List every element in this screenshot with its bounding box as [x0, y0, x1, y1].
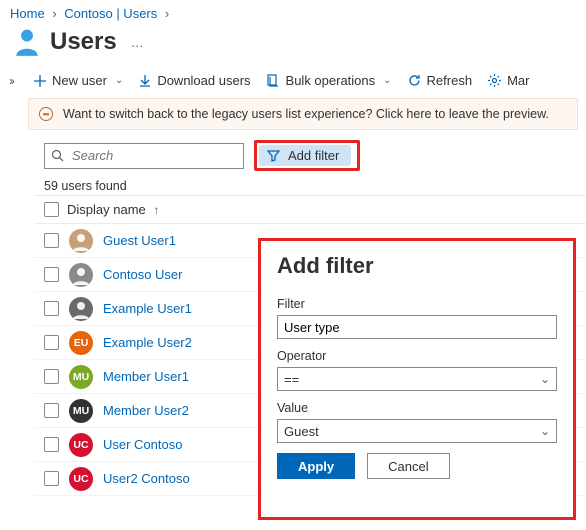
gear-icon [488, 74, 501, 87]
search-filter-row: Add filter [0, 140, 586, 175]
chevron-down-icon: ⌄ [383, 75, 391, 86]
row-checkbox[interactable] [44, 471, 59, 486]
user-name-link[interactable]: User Contoso [103, 437, 182, 452]
expand-nav-icon[interactable]: ›› [0, 74, 22, 88]
info-remove-icon [39, 107, 53, 121]
column-display-name-label: Display name [67, 202, 146, 217]
avatar: UC [69, 467, 93, 491]
user-name-link[interactable]: Member User1 [103, 369, 189, 384]
bulk-icon [267, 74, 280, 87]
row-checkbox[interactable] [44, 369, 59, 384]
filter-field-label: Filter [277, 297, 557, 311]
new-user-label: New user [52, 73, 107, 88]
avatar: EU [69, 331, 93, 355]
add-filter-panel: Add filter Filter Operator == ⌄ Value Gu… [258, 238, 576, 520]
add-filter-label: Add filter [288, 148, 339, 163]
avatar [69, 263, 93, 287]
user-name-link[interactable]: User2 Contoso [103, 471, 190, 486]
users-icon [14, 27, 40, 57]
refresh-button[interactable]: Refresh [400, 69, 481, 92]
add-filter-highlight: Add filter [254, 140, 360, 171]
refresh-icon [408, 74, 421, 87]
row-checkbox[interactable] [44, 403, 59, 418]
grid-header: Display name ↑ [34, 195, 586, 224]
value-select[interactable]: Guest ⌄ [277, 419, 557, 443]
banner-text: Want to switch back to the legacy users … [63, 107, 549, 121]
chevron-down-icon: ⌄ [115, 75, 123, 86]
download-users-label: Download users [157, 73, 250, 88]
user-name-link[interactable]: Contoso User [103, 267, 182, 282]
download-users-button[interactable]: Download users [131, 69, 258, 92]
operator-value: == [284, 372, 299, 387]
row-checkbox[interactable] [44, 233, 59, 248]
panel-title: Add filter [277, 253, 557, 279]
chevron-down-icon: ⌄ [540, 424, 550, 438]
search-icon [51, 149, 64, 162]
command-bar: ›› New user ⌄ Download users Bulk operat… [0, 69, 586, 98]
value-value: Guest [284, 424, 319, 439]
cancel-button[interactable]: Cancel [367, 453, 449, 479]
operator-field-label: Operator [277, 349, 557, 363]
page-header: Users … [0, 23, 586, 69]
plus-icon [34, 75, 46, 87]
bulk-operations-button[interactable]: Bulk operations ⌄ [259, 69, 400, 92]
avatar: MU [69, 365, 93, 389]
breadcrumb-home[interactable]: Home [10, 6, 45, 21]
results-count: 59 users found [0, 175, 586, 195]
breadcrumb: Home › Contoso | Users › [0, 0, 586, 23]
breadcrumb-separator-icon: › [165, 6, 169, 21]
breadcrumb-separator-icon: › [52, 6, 56, 21]
user-name-link[interactable]: Example User1 [103, 301, 192, 316]
avatar: MU [69, 399, 93, 423]
manage-button[interactable]: Mar [480, 69, 537, 92]
page-title: Users [50, 28, 117, 56]
refresh-label: Refresh [427, 73, 473, 88]
bulk-operations-label: Bulk operations [286, 73, 376, 88]
avatar [69, 229, 93, 253]
row-checkbox[interactable] [44, 267, 59, 282]
more-actions-icon[interactable]: … [131, 35, 145, 50]
avatar: UC [69, 433, 93, 457]
avatar [69, 297, 93, 321]
add-filter-button[interactable]: Add filter [259, 145, 351, 166]
filter-field-input[interactable] [277, 315, 557, 339]
operator-select[interactable]: == ⌄ [277, 367, 557, 391]
filter-icon [267, 149, 280, 162]
new-user-button[interactable]: New user ⌄ [26, 69, 131, 92]
row-checkbox[interactable] [44, 301, 59, 316]
user-name-link[interactable]: Guest User1 [103, 233, 176, 248]
manage-label: Mar [507, 73, 529, 88]
breadcrumb-contoso-users[interactable]: Contoso | Users [64, 6, 157, 21]
search-box[interactable] [44, 143, 244, 169]
preview-banner[interactable]: Want to switch back to the legacy users … [28, 98, 578, 130]
apply-button[interactable]: Apply [277, 453, 355, 479]
chevron-down-icon: ⌄ [540, 372, 550, 386]
column-display-name[interactable]: Display name ↑ [67, 202, 159, 217]
row-checkbox[interactable] [44, 437, 59, 452]
value-field-label: Value [277, 401, 557, 415]
user-name-link[interactable]: Member User2 [103, 403, 189, 418]
select-all-checkbox[interactable] [44, 202, 59, 217]
sort-asc-icon: ↑ [153, 203, 159, 217]
row-checkbox[interactable] [44, 335, 59, 350]
search-input[interactable] [70, 147, 252, 164]
download-icon [139, 75, 151, 87]
user-name-link[interactable]: Example User2 [103, 335, 192, 350]
